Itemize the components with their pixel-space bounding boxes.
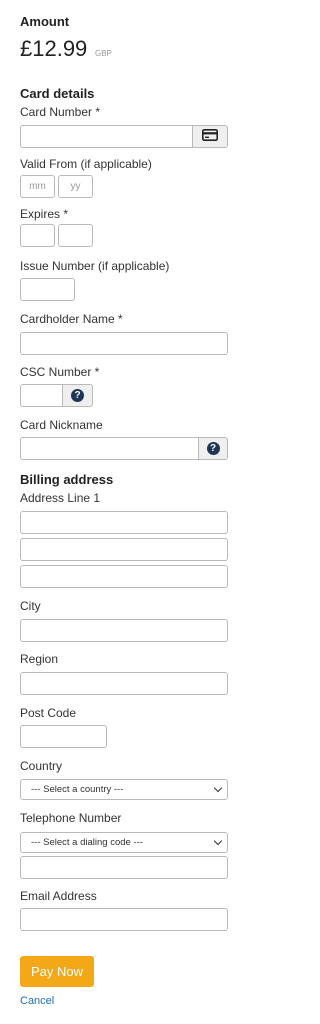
card-nickname-label: Card Nickname [20, 418, 103, 432]
city-label: City [20, 599, 41, 613]
csc-help-button[interactable]: ? [62, 384, 93, 407]
amount-currency: GBP [95, 49, 112, 58]
expires-year-input[interactable] [58, 224, 93, 247]
cardholder-name-label: Cardholder Name * [20, 312, 123, 326]
telephone-label: Telephone Number [20, 811, 122, 825]
credit-card-icon [202, 128, 218, 146]
pay-now-button[interactable]: Pay Now [20, 956, 94, 987]
valid-from-label: Valid From (if applicable) [20, 157, 152, 171]
valid-from-month-placeholder: mm [29, 181, 46, 192]
valid-from-year-placeholder: yy [70, 181, 81, 192]
address-line-3-input[interactable] [20, 565, 228, 588]
card-number-input[interactable] [20, 125, 193, 148]
valid-from-month-input[interactable]: mm [20, 175, 55, 198]
email-address-label: Email Address [20, 889, 97, 903]
nickname-help-button[interactable]: ? [198, 437, 228, 460]
expires-month-input[interactable] [20, 224, 55, 247]
email-address-input[interactable] [20, 908, 228, 931]
address-line-label: Address Line 1 [20, 491, 101, 505]
csc-number-input[interactable] [20, 384, 63, 407]
cancel-link[interactable]: Cancel [20, 995, 54, 1007]
amount-value: £12.99 [20, 36, 88, 61]
post-code-label: Post Code [20, 706, 77, 720]
post-code-input[interactable] [20, 725, 107, 748]
dialing-code-select[interactable]: --- Select a dialing code --- [20, 832, 228, 853]
expires-label: Expires * [20, 207, 69, 221]
question-circle-icon: ? [206, 442, 220, 455]
region-input[interactable] [20, 672, 228, 695]
amount-heading: Amount [20, 14, 70, 29]
card-details-heading: Card details [20, 86, 95, 101]
address-line-2-input[interactable] [20, 538, 228, 561]
card-number-label: Card Number * [20, 105, 101, 119]
address-line-1-input[interactable] [20, 511, 228, 534]
region-label: Region [20, 652, 59, 666]
dialing-code-select-value: --- Select a dialing code --- [31, 837, 143, 848]
card-nickname-input[interactable] [20, 437, 199, 460]
csc-number-label: CSC Number * [20, 365, 100, 379]
card-icon-addon [192, 125, 228, 148]
country-select[interactable]: --- Select a country --- [20, 779, 228, 800]
billing-address-heading: Billing address [20, 472, 114, 487]
country-label: Country [20, 759, 63, 773]
question-circle-icon: ? [71, 389, 84, 402]
issue-number-label: Issue Number (if applicable) [20, 259, 170, 273]
chevron-down-icon [213, 836, 223, 845]
telephone-input[interactable] [20, 856, 228, 879]
city-input[interactable] [20, 619, 228, 642]
cardholder-name-input[interactable] [20, 332, 228, 355]
issue-number-input[interactable] [20, 278, 75, 301]
country-select-value: --- Select a country --- [31, 784, 124, 795]
chevron-down-icon [213, 783, 223, 792]
valid-from-year-input[interactable]: yy [58, 175, 93, 198]
